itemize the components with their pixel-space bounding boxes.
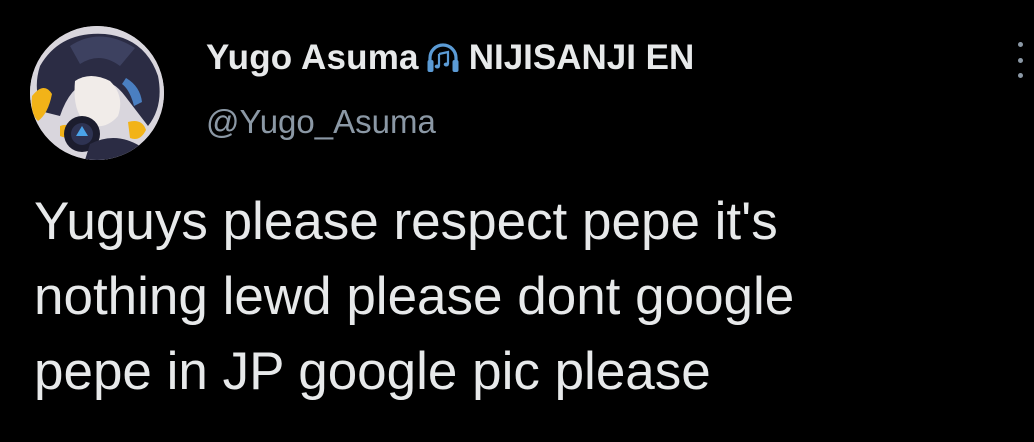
- more-options-icon[interactable]: [1012, 42, 1028, 78]
- tweet-text-line: pepe in JP google pic please: [34, 342, 711, 401]
- avatar[interactable]: [30, 26, 164, 160]
- tweet-card: Yugo Asuma NIJISANJI EN @Yugo_Asuma Yugu…: [0, 0, 1034, 442]
- tweet-text-line: nothing lewd please dont google: [34, 267, 795, 326]
- more-dot: [1017, 57, 1023, 63]
- more-dot: [1017, 42, 1023, 47]
- author-display-name[interactable]: Yugo Asuma: [206, 38, 419, 78]
- more-dot: [1017, 73, 1023, 78]
- tweet-text: Yuguys please respect pepe it's nothing …: [34, 184, 1024, 409]
- tweet-text-line: Yuguys please respect pepe it's: [34, 192, 778, 251]
- author-name-row[interactable]: Yugo Asuma NIJISANJI EN: [206, 36, 694, 80]
- author-handle[interactable]: @Yugo_Asuma: [206, 103, 436, 141]
- headphone-music-icon: [425, 40, 461, 76]
- author-affiliation[interactable]: NIJISANJI EN: [469, 38, 695, 78]
